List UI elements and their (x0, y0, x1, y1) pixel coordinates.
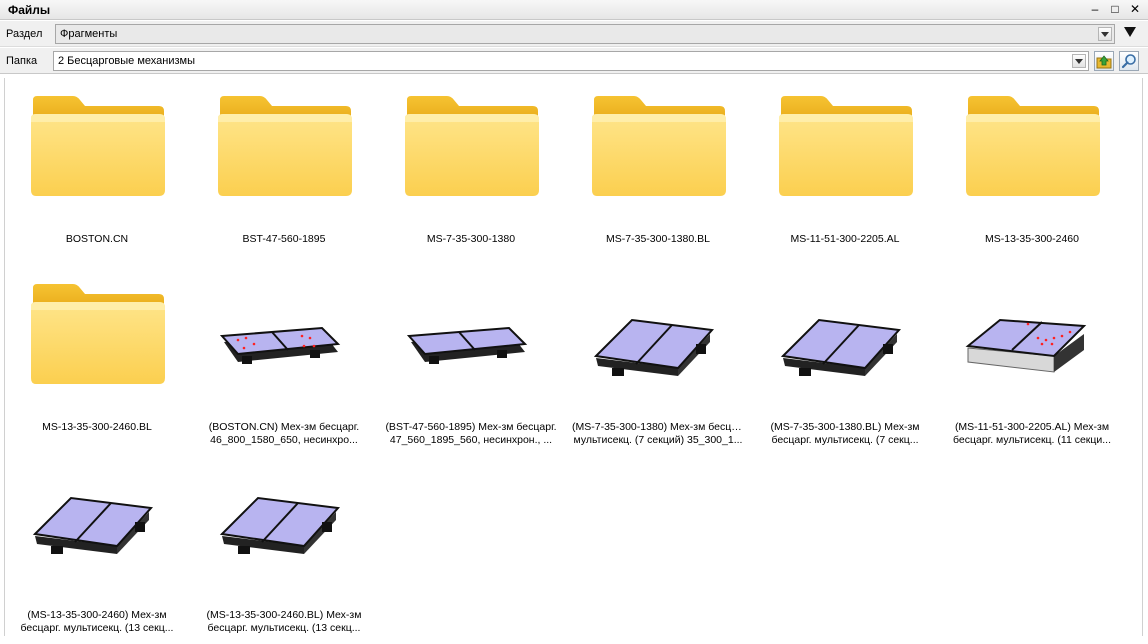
item-caption-line1: (MS-7-35-300-1380) Мех-зм бесцарг. (572, 421, 748, 433)
folder-item[interactable]: MS-13-35-300-2460 (942, 88, 1122, 268)
mechanism-model-icon (32, 496, 154, 554)
section-select-value: Фрагменты (60, 28, 118, 40)
section-dropdown-button[interactable] (1098, 27, 1112, 41)
section-row: Раздел Фрагменты (0, 21, 1148, 47)
folder-select[interactable]: 2 Бесцарговые механизмы (53, 51, 1089, 71)
mechanism-model-icon (406, 326, 528, 364)
item-caption: (BST-47-560-1895) Мех-зм бесцарг. 47_560… (381, 421, 561, 447)
item-caption-line1: (MS-13-35-300-2460.BL) Мех-зм (206, 609, 362, 621)
maximize-button[interactable]: □ (1108, 2, 1122, 16)
chevron-down-icon (1075, 59, 1083, 64)
item-caption-line2: бесцарг. мультисекц. (7 секц... (771, 434, 919, 446)
item-caption: BST-47-560-1895 (194, 233, 374, 246)
folder-item[interactable]: BST-47-560-1895 (194, 88, 374, 268)
folder-icon (31, 284, 165, 384)
panel-menu-icon[interactable] (1124, 27, 1136, 37)
mechanism-model-icon (219, 496, 341, 554)
folder-item[interactable]: MS-11-51-300-2205.AL (755, 88, 935, 268)
fragment-item[interactable]: (MS-13-35-300-2460.BL) Мех-зм бесцарг. м… (194, 464, 374, 644)
item-caption: MS-7-35-300-1380.BL (568, 233, 748, 246)
item-caption-line2: мультисекц. (7 секций) 35_300_1... (573, 434, 743, 446)
section-select[interactable]: Фрагменты (55, 24, 1115, 44)
folder-up-button[interactable] (1094, 51, 1114, 71)
panel-title: Файлы (8, 3, 51, 17)
folder-icon (31, 96, 165, 196)
folder-select-value: 2 Бесцарговые механизмы (58, 55, 196, 67)
fragment-item[interactable]: (MS-11-51-300-2205.AL) Мех-зм бесцарг. м… (942, 276, 1122, 456)
item-caption-line1: (BST-47-560-1895) Мех-зм бесцарг. (385, 421, 557, 433)
item-caption-line2: бесцарг. мультисекц. (13 секц... (20, 622, 174, 634)
item-caption-line1: BOSTON.CN (65, 233, 129, 245)
item-caption: (MS-7-35-300-1380.BL) Мех-зм бесцарг. му… (755, 421, 935, 447)
folder-item[interactable]: BOSTON.CN (7, 88, 187, 268)
item-caption-line1: BST-47-560-1895 (242, 233, 326, 245)
mechanism-model-icon (219, 326, 341, 364)
item-caption-line2: 46_800_1580_650, несинхро... (210, 434, 358, 446)
mechanism-model-icon (593, 318, 715, 376)
item-caption-line1: (BOSTON.CN) Мех-зм бесцарг. (208, 421, 360, 433)
folder-item[interactable]: MS-13-35-300-2460.BL (7, 276, 187, 456)
window-controls: ‒ □ ✕ (1088, 2, 1142, 16)
folder-row: Папка 2 Бесцарговые механизмы (0, 48, 1148, 74)
folder-icon (405, 96, 539, 196)
item-caption-line2: бесцарг. мультисекц. (11 секци... (952, 434, 1112, 446)
item-caption: (MS-13-35-300-2460) Мех-зм бесцарг. муль… (7, 609, 187, 635)
folder-up-icon (1096, 55, 1112, 69)
mechanism-model-icon (965, 318, 1087, 373)
minimize-button[interactable]: ‒ (1088, 2, 1102, 16)
item-caption-line1: MS-13-35-300-2460 (985, 233, 1079, 245)
folder-item[interactable]: MS-7-35-300-1380.BL (568, 88, 748, 268)
item-caption-line2: 47_560_1895_560, несинхрон., ... (389, 434, 553, 446)
fragment-item[interactable]: (BST-47-560-1895) Мех-зм бесцарг. 47_560… (381, 276, 561, 456)
fragment-item[interactable]: (MS-7-35-300-1380) Мех-зм бесцарг. мульт… (568, 276, 748, 456)
folder-label: Папка (6, 55, 38, 67)
file-grid[interactable]: BOSTON.CN BST-47-560-1895 MS-7-35-300-13… (4, 78, 1143, 636)
panel-titlebar: Файлы ‒ □ ✕ (0, 0, 1148, 20)
folder-icon (592, 96, 726, 196)
item-caption: (MS-13-35-300-2460.BL) Мех-зм бесцарг. м… (194, 609, 374, 635)
item-caption-line1: (MS-11-51-300-2205.AL) Мех-зм (954, 421, 1110, 433)
folder-icon (966, 96, 1100, 196)
item-caption: MS-13-35-300-2460.BL (7, 421, 187, 434)
fragment-item[interactable]: (BOSTON.CN) Мех-зм бесцарг. 46_800_1580_… (194, 276, 374, 456)
search-button[interactable] (1119, 51, 1139, 71)
folder-item[interactable]: MS-7-35-300-1380 (381, 88, 561, 268)
item-caption: (MS-7-35-300-1380) Мех-зм бесцарг. мульт… (568, 421, 748, 447)
item-caption: MS-13-35-300-2460 (942, 233, 1122, 246)
search-icon (1121, 54, 1136, 69)
item-caption-line1: MS-13-35-300-2460.BL (42, 421, 152, 433)
item-caption-line1: MS-7-35-300-1380.BL (606, 233, 710, 245)
item-caption: BOSTON.CN (7, 233, 187, 246)
fragment-item[interactable]: (MS-13-35-300-2460) Мех-зм бесцарг. муль… (7, 464, 187, 644)
section-label: Раздел (6, 28, 43, 40)
chevron-down-icon (1101, 32, 1109, 37)
close-button[interactable]: ✕ (1128, 2, 1142, 16)
fragment-item[interactable]: (MS-7-35-300-1380.BL) Мех-зм бесцарг. му… (755, 276, 935, 456)
item-caption: (MS-11-51-300-2205.AL) Мех-зм бесцарг. м… (942, 421, 1122, 447)
item-caption-line1: (MS-13-35-300-2460) Мех-зм (27, 609, 167, 621)
item-caption-line1: (MS-7-35-300-1380.BL) Мех-зм (770, 421, 920, 433)
folder-dropdown-button[interactable] (1072, 54, 1086, 68)
folder-icon (218, 96, 352, 196)
folder-icon (779, 96, 913, 196)
item-caption: MS-11-51-300-2205.AL (755, 233, 935, 246)
item-caption: MS-7-35-300-1380 (381, 233, 561, 246)
item-caption: (BOSTON.CN) Мех-зм бесцарг. 46_800_1580_… (194, 421, 374, 447)
item-caption-line1: MS-11-51-300-2205.AL (790, 233, 900, 245)
mechanism-model-icon (780, 318, 902, 376)
item-caption-line1: MS-7-35-300-1380 (426, 233, 516, 245)
item-caption-line2: бесцарг. мультисекц. (13 секц... (207, 622, 361, 634)
